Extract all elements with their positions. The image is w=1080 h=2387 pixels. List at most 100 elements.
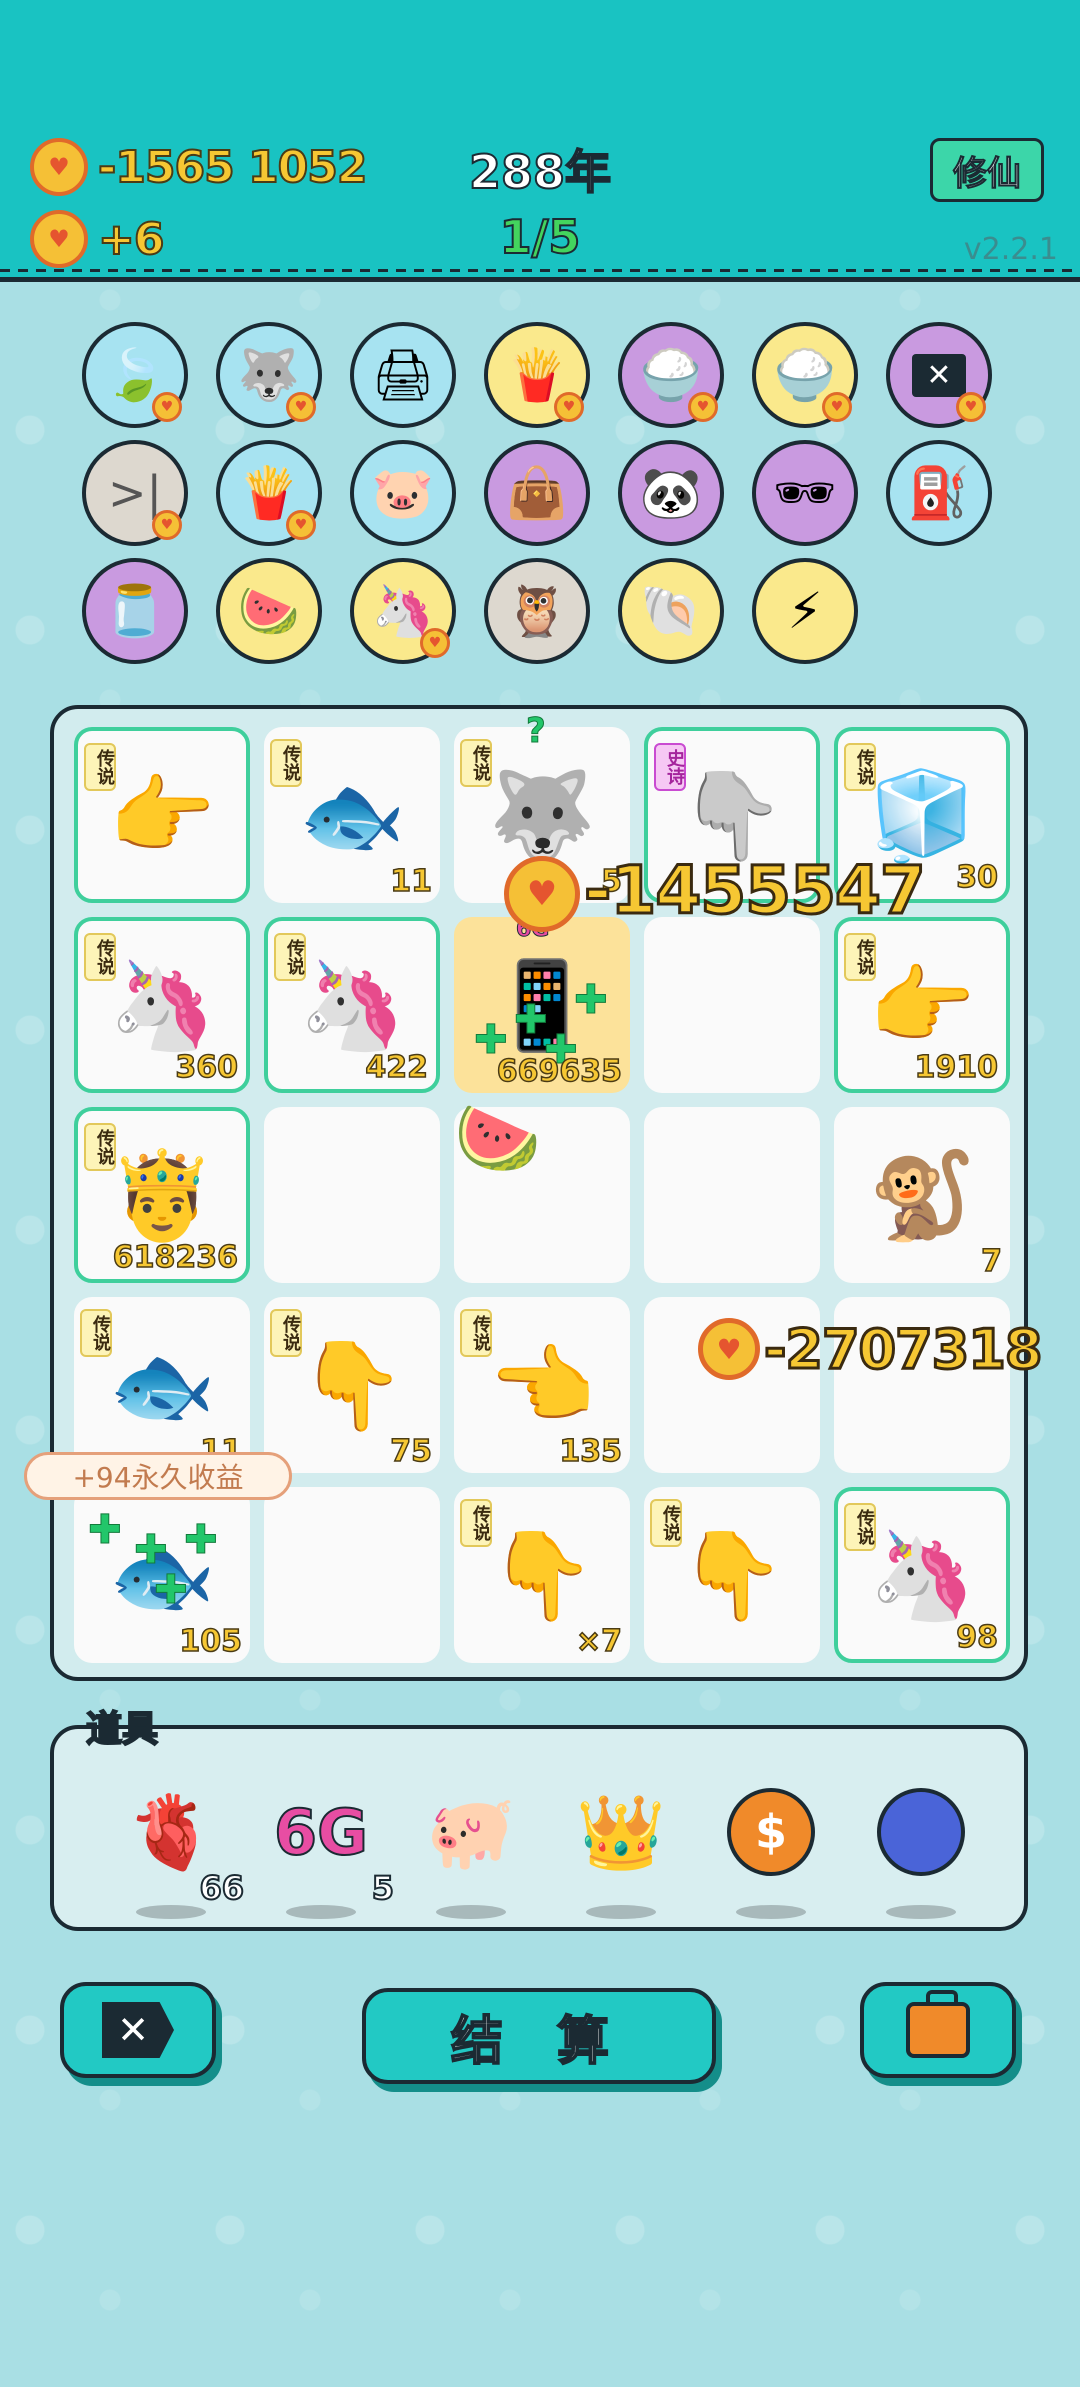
husky-king-icon: 🐺 (488, 765, 596, 866)
pointing-hand-icon: 👇 (678, 1525, 786, 1626)
cell-count: 105 (179, 1623, 243, 1660)
inventory-button[interactable] (860, 1982, 1016, 2078)
cultivation-button[interactable]: 修仙 (930, 138, 1044, 202)
board-cell[interactable]: 传说 👇 ×7 (454, 1487, 630, 1663)
tool-shadow (136, 1905, 206, 1919)
tool-piggy-bank[interactable]: 🐖 (416, 1777, 526, 1919)
cell-count: 11 (390, 863, 433, 900)
tool-shadow (286, 1905, 356, 1919)
eyepatch-icon[interactable]: 🕶 (752, 440, 858, 546)
discard-button[interactable]: ✕ (60, 1982, 216, 2078)
legend-tag: 传说 (84, 743, 116, 791)
board-cell[interactable]: 传说 👉 (74, 727, 250, 903)
fruit-platter-icon[interactable]: 🍉 (216, 558, 322, 664)
piggy-bank-icon: 🐖 (426, 1789, 516, 1874)
bag-icon[interactable]: 👜 (484, 440, 590, 546)
board-cell[interactable]: 传说 🦄 98 (834, 1487, 1010, 1663)
tool-blueberry[interactable] (866, 1777, 976, 1919)
owl-icon[interactable]: 🦉 (484, 558, 590, 664)
cell-count: 360 (175, 1049, 239, 1086)
watermelon-icon: 🍉 (454, 1097, 542, 1179)
pointing-hand-icon: 👈 (488, 1335, 596, 1436)
heart-badge-icon: ♥ (822, 392, 852, 422)
income-tooltip: +94永久收益 (24, 1452, 292, 1500)
husky-icon[interactable]: 🐺 ♥ (216, 322, 322, 428)
legend-tag: 传说 (84, 1123, 116, 1171)
cell-count: 1910 (914, 1049, 999, 1086)
board-cell-empty[interactable] (264, 1107, 440, 1283)
6g-icon: 6G (273, 1795, 369, 1870)
plus-effect: ✚ (154, 1567, 189, 1614)
board-cell[interactable]: 传说 👉 1910 (834, 917, 1010, 1093)
cell-count: 7 (980, 1243, 1002, 1280)
unicorn-icon: 🦄 (298, 955, 406, 1056)
close-tag-icon[interactable]: ✕ ♥ (886, 322, 992, 428)
heart-badge-icon: ♥ (554, 392, 584, 422)
fridge-icon: 🧊 (868, 765, 976, 866)
shell-icon[interactable]: 🐚 (618, 558, 724, 664)
unicorn-icon[interactable]: 🦄 ♥ (350, 558, 456, 664)
cell-count: ×7 (575, 1623, 623, 1660)
board-cell[interactable]: 传说 🦄 360 (74, 917, 250, 1093)
heart-badge-icon: ♥ (286, 510, 316, 540)
leaf-icon[interactable]: 🍃 ♥ (82, 322, 188, 428)
legend-tag: 传说 (844, 933, 876, 981)
panda-icon[interactable]: 🐼 (618, 440, 724, 546)
heart-badge-icon: ♥ (286, 392, 316, 422)
tool-dollar-coin[interactable]: $ (716, 1777, 826, 1919)
fries-icon[interactable]: 🍟 ♥ (484, 322, 590, 428)
board-cell[interactable]: 传说 🤴 618236 (74, 1107, 250, 1283)
board-cell[interactable]: 传说 🦄 422 (264, 917, 440, 1093)
pointing-hand-icon: 👉 (868, 955, 976, 1056)
board-cell[interactable]: 6G 📱 ✚ ✚ ✚ ✚ 669635 (454, 917, 630, 1093)
settle-button[interactable]: 结 算 (362, 1988, 716, 2084)
pointing-hand-icon: 👇 (298, 1335, 406, 1436)
tools-title: 道具 (85, 1708, 159, 1751)
board-cell-empty[interactable] (264, 1487, 440, 1663)
cell-count: 669635 (496, 1053, 623, 1090)
liver-icon: 🫀 (126, 1789, 216, 1874)
koi-fish-icon: 🐟 (298, 765, 406, 866)
board-cell[interactable]: 传说 👈 135 (454, 1297, 630, 1473)
heart-coin-icon: ♥ (504, 856, 580, 932)
king-face-icon: 🤴 (108, 1145, 216, 1246)
board-cell[interactable]: 传说 👇 75 (264, 1297, 440, 1473)
board-cell[interactable]: 🐟 ✚ ✚ ✚ ✚ 105 (74, 1487, 250, 1663)
plus-effect: ✚ (514, 997, 549, 1044)
rice-bowl-icon[interactable]: 🍚 ♥ (752, 322, 858, 428)
skip-icon[interactable]: >| ♥ (82, 440, 188, 546)
board-cell-empty[interactable] (644, 1107, 820, 1283)
year-counter: 288年 (468, 144, 612, 200)
tool-6g[interactable]: 6G 5 (266, 1777, 395, 1919)
printer-icon[interactable]: 🖨 (350, 322, 456, 428)
tool-count: 66 (198, 1868, 245, 1908)
koi-fish-icon: 🐟 (108, 1335, 216, 1436)
fries-icon[interactable]: 🍟 ♥ (216, 440, 322, 546)
tool-liver[interactable]: 🫀 66 (116, 1777, 245, 1919)
plus-effect: ✚ (184, 1517, 219, 1564)
jar-icon[interactable]: 🫙 (82, 558, 188, 664)
board-cell[interactable]: 传说 🐟 11 (74, 1297, 250, 1473)
piggy-bank-icon[interactable]: 🐷 (350, 440, 456, 546)
question-mark: ? (526, 711, 547, 752)
board-cell-empty[interactable] (644, 917, 820, 1093)
tool-shadow (436, 1905, 506, 1919)
briefcase-icon (906, 1990, 970, 2058)
legend-tag: 传说 (274, 933, 306, 981)
rice-bowl-icon[interactable]: 🍚 ♥ (618, 322, 724, 428)
tool-count: 5 (371, 1868, 395, 1908)
board-cell[interactable]: 传说 🐟 11 (264, 727, 440, 903)
crown-icon: 👑 (576, 1789, 666, 1874)
pointing-hand-icon: 👉 (108, 765, 216, 866)
cell-count: 422 (365, 1049, 429, 1086)
tool-crown[interactable]: 👑 (566, 1777, 676, 1919)
board-cell[interactable]: 🍉 (454, 1097, 630, 1283)
legend-tag: 传说 (460, 1309, 492, 1357)
pump-icon[interactable]: ⛽ (886, 440, 992, 546)
board-cell[interactable]: 传说 👇 (644, 1487, 820, 1663)
cell-count: 135 (559, 1433, 623, 1470)
tool-shadow (586, 1905, 656, 1919)
board-cell[interactable]: 🐒 7 (834, 1107, 1010, 1283)
lightning-icon[interactable]: ⚡ (752, 558, 858, 664)
cell-count: 30 (956, 859, 999, 896)
